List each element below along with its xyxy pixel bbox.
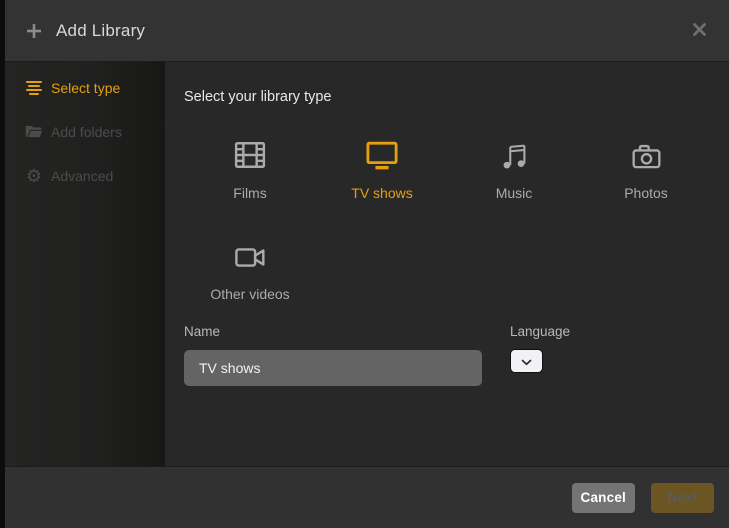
cancel-button[interactable]: Cancel	[571, 482, 635, 513]
name-field-group: Name	[184, 324, 482, 386]
language-field-label: Language	[510, 324, 571, 339]
sidebar-item-label: Add folders	[51, 124, 122, 140]
dialog-title: Add Library	[56, 20, 146, 40]
dialog-body: Select type Add folders ⚙ Advanced Selec…	[5, 62, 729, 466]
dialog-footer: Cancel Next	[5, 466, 729, 528]
dialog-header: Add Library	[5, 0, 729, 62]
camera-icon	[630, 126, 663, 170]
library-type-music[interactable]: Music	[448, 126, 580, 202]
next-button[interactable]: Next	[651, 482, 714, 513]
tv-icon	[363, 126, 401, 170]
fields-row: Name Language	[184, 324, 729, 386]
sidebar-item-label: Advanced	[51, 168, 114, 184]
name-field-label: Name	[184, 324, 221, 339]
library-type-label: Other videos	[210, 286, 290, 302]
sidebar: Select type Add folders ⚙ Advanced	[5, 62, 165, 466]
list-bars-icon	[25, 80, 43, 96]
close-icon	[692, 22, 707, 40]
sidebar-item-advanced[interactable]: ⚙ Advanced	[5, 154, 165, 198]
video-camera-icon	[233, 227, 267, 271]
library-type-label: Music	[495, 185, 533, 201]
library-type-label: Photos	[624, 185, 668, 201]
close-button[interactable]	[686, 16, 713, 46]
library-type-label: TV shows	[351, 185, 413, 201]
library-type-other-videos[interactable]: Other videos	[184, 227, 316, 303]
folder-icon	[25, 124, 43, 140]
film-strip-icon	[233, 126, 267, 170]
library-type-tv-shows[interactable]: TV shows	[316, 126, 448, 202]
library-type-grid: Films TV shows Music Photos Other videos	[184, 126, 729, 303]
library-type-label: Films	[233, 185, 267, 201]
sidebar-item-select-type[interactable]: Select type	[5, 66, 165, 110]
sidebar-item-add-folders[interactable]: Add folders	[5, 110, 165, 154]
plus-icon	[25, 22, 43, 40]
music-note-icon	[501, 126, 528, 170]
add-library-dialog: Add Library Select type Add folders ⚙ Ad…	[5, 0, 729, 528]
sidebar-item-label: Select type	[51, 80, 121, 96]
language-select[interactable]	[510, 349, 543, 373]
chevron-down-icon	[521, 354, 532, 369]
content-heading: Select your library type	[184, 89, 332, 105]
name-input[interactable]	[184, 350, 482, 386]
gear-icon: ⚙	[25, 166, 43, 186]
library-type-photos[interactable]: Photos	[580, 126, 712, 202]
library-type-films[interactable]: Films	[184, 126, 316, 202]
content-panel: Select your library type Films TV shows …	[165, 62, 729, 466]
language-field-group: Language	[510, 324, 570, 373]
